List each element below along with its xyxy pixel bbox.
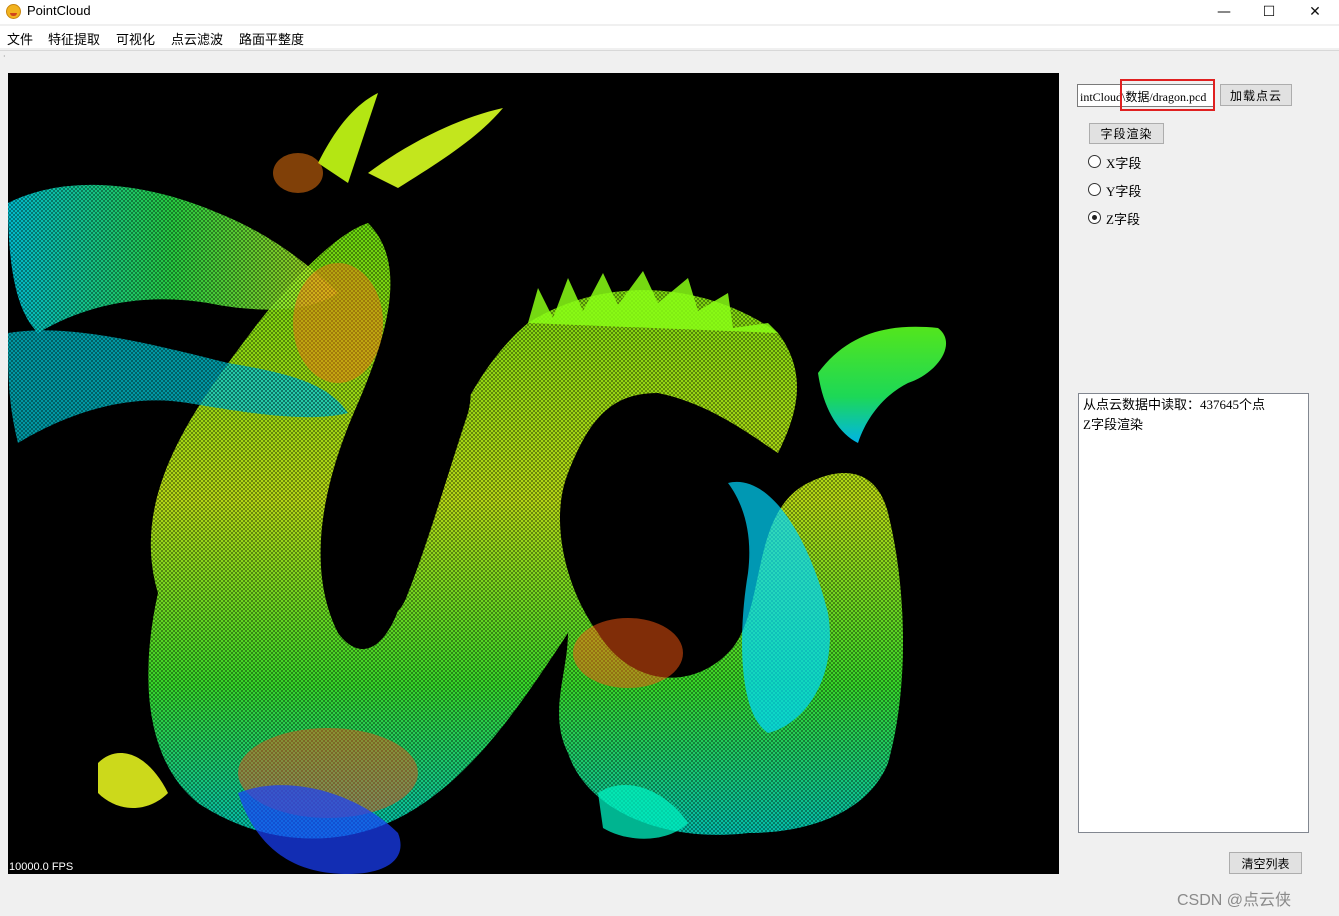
radio-z-indicator [1088, 211, 1101, 224]
window-title: PointCloud [27, 3, 91, 18]
radio-x-field[interactable]: X字段 [1088, 153, 1168, 171]
menu-feature-extraction[interactable]: 特征提取 [48, 29, 100, 48]
log-item[interactable]: 从点云数据中读取：437645个点 [1083, 396, 1304, 416]
maximize-icon: ☐ [1262, 4, 1276, 20]
menu-pointcloud-filter[interactable]: 点云滤波 [171, 29, 223, 48]
minimize-button[interactable]: — [1201, 0, 1247, 24]
title-bar: PointCloud — ☐ ✕ [0, 0, 1339, 24]
fps-counter: 10000.0 FPS [9, 861, 74, 873]
radio-y-indicator [1088, 183, 1101, 196]
radio-y-label: Y字段 [1106, 184, 1142, 199]
menu-road-flatness[interactable]: 路面平整度 [239, 29, 304, 48]
radio-z-label: Z字段 [1106, 212, 1140, 227]
pointcloud-viewport[interactable]: 10000.0 FPS [8, 73, 1059, 874]
app-icon [6, 4, 21, 19]
field-render-button[interactable]: 字段渲染 [1089, 123, 1164, 144]
maximize-button[interactable]: ☐ [1246, 0, 1292, 24]
dragon-pointcloud [8, 93, 947, 874]
close-button[interactable]: ✕ [1292, 0, 1338, 24]
menu-visualization[interactable]: 可视化 [116, 29, 155, 48]
minimize-icon: — [1217, 4, 1231, 20]
load-pointcloud-button[interactable]: 加载点云 [1220, 84, 1292, 106]
radio-x-label: X字段 [1106, 156, 1142, 171]
clear-list-button[interactable]: 清空列表 [1229, 852, 1302, 874]
toolbar-grip: · [3, 52, 6, 61]
menu-divider [0, 50, 1339, 51]
watermark: CSDN @点云侠 [1177, 892, 1292, 909]
highlight-annotation [1120, 79, 1215, 111]
radio-z-field[interactable]: Z字段 [1088, 209, 1168, 227]
menu-bar: 文件 特征提取 可视化 点云滤波 路面平整度 [0, 26, 1339, 48]
menu-file[interactable]: 文件 [7, 29, 33, 48]
radio-y-field[interactable]: Y字段 [1088, 181, 1168, 199]
log-list[interactable]: 从点云数据中读取：437645个点 Z字段渲染 [1078, 393, 1309, 833]
radio-x-indicator [1088, 155, 1101, 168]
close-icon: ✕ [1309, 4, 1321, 20]
log-item[interactable]: Z字段渲染 [1083, 416, 1304, 436]
